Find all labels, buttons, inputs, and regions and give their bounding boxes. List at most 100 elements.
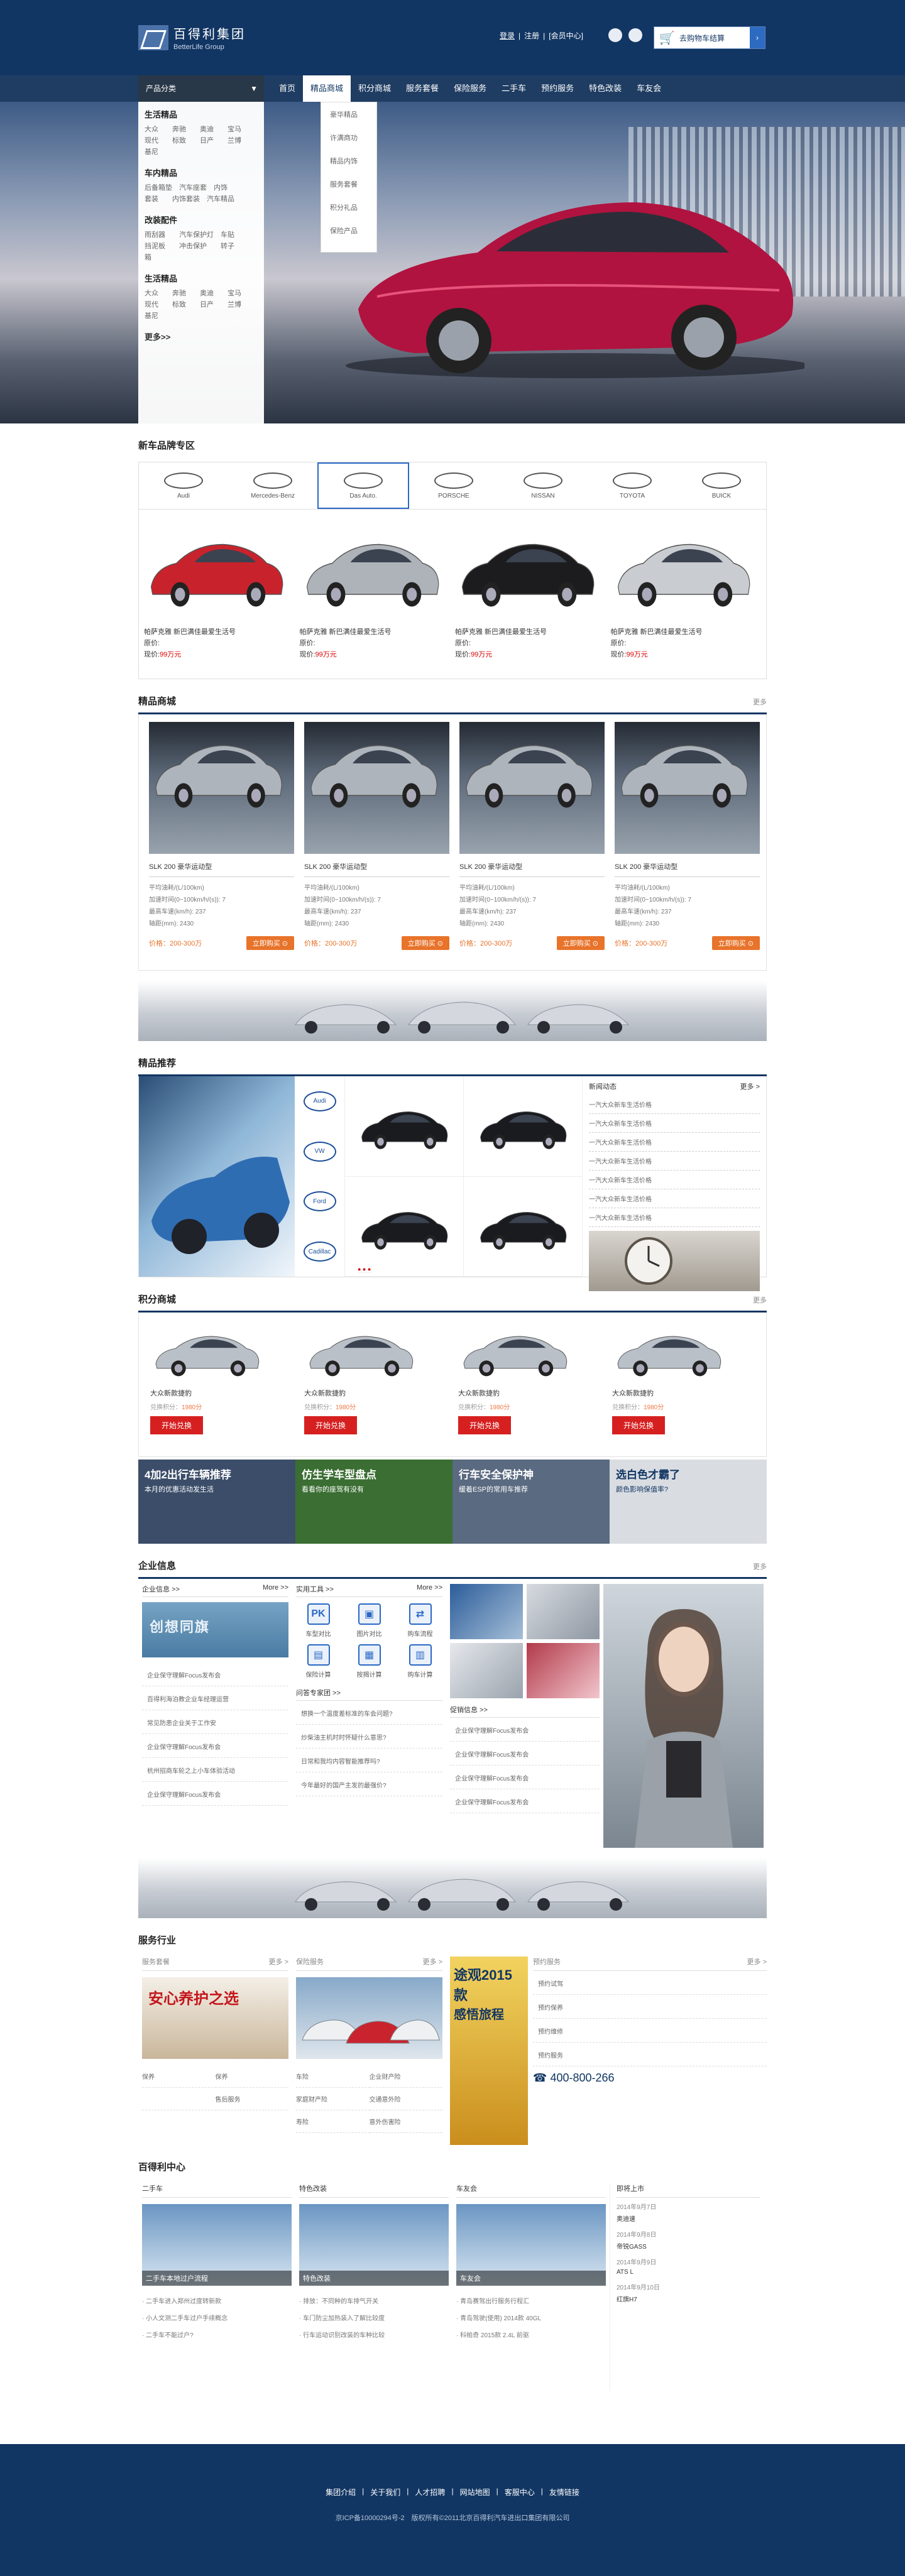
promo-info-item[interactable]: 企业保守理解Focus发布会 [450,1789,600,1813]
points-item-name[interactable]: 大众新款捷豹 [458,1388,612,1398]
submenu-item[interactable]: 保险产品 [321,219,376,242]
product-image[interactable] [615,722,760,854]
category-links[interactable]: 大众 奔驰 奥迪 宝马 [145,124,258,135]
tiguan-poster[interactable]: 途观2015款 感悟旅程 [450,1957,528,2145]
buy-now-button[interactable]: 立即购买 ⊙ [711,936,760,950]
booking-link[interactable]: 预约服务 [533,2043,767,2066]
news-item[interactable]: 一汽大众新车生活价格 [589,1208,760,1227]
car-image[interactable] [300,521,456,615]
points-item-image[interactable] [458,1321,612,1382]
photo-thumb[interactable] [527,1643,600,1698]
product-image[interactable] [459,722,605,854]
footer-link[interactable]: 人才招聘 [415,2487,445,2497]
coming-soon-item[interactable]: 2014年9月7日 奥迪速 [617,2198,760,2225]
promo-ad[interactable]: 仿生学车型盘点 看看你的座驾有没有 [295,1460,452,1544]
new-car-card[interactable]: 帕萨克雅 新巴满佳最爱生活号 原价: 现价:99万元 [455,521,611,679]
center-list-item[interactable]: · 青岛赛驾出行服务行程汇 [456,2292,606,2309]
category-links[interactable]: 套装 内饰套装 汽车精品 [145,194,258,205]
brand-tab[interactable]: PORSCHE [409,462,498,509]
car-name[interactable]: 帕萨克雅 新巴满佳最爱生活号 [611,626,767,638]
brand-tab[interactable]: Mercedes-Benz [228,462,317,509]
news-item[interactable]: 一汽大众新车生活价格 [589,1114,760,1133]
news-item[interactable]: 一汽大众新车生活价格 [589,1189,760,1208]
footer-link[interactable]: 网站地图 [460,2487,490,2497]
featured-car-image[interactable] [139,1076,295,1277]
service-link[interactable]: 保养 [142,2065,216,2088]
points-item-name[interactable]: 大众新款捷豹 [612,1388,766,1398]
redeem-button[interactable]: 开始兑换 [612,1416,666,1434]
carousel-dots[interactable]: ● ● ● [358,1266,372,1273]
service-link[interactable]: 保养 [215,2065,288,2088]
booking-link[interactable]: 预约保养 [533,1995,767,2019]
category-links[interactable]: 基尼 [145,310,258,322]
coming-soon-item[interactable]: 2014年9月10日 红旗H7 [617,2278,760,2306]
more-link[interactable]: 更多 > [423,1957,442,1967]
center-column-image[interactable]: 二手车本地过户流程 [142,2204,292,2286]
center-list-item[interactable]: · 二手车不能过户? [142,2326,292,2343]
service-link[interactable]: 售后服务 [215,2088,288,2110]
center-list-item[interactable]: · 小人文测二手车过户手续概念 [142,2309,292,2326]
recommend-car-cell[interactable] [345,1176,464,1277]
footer-link[interactable]: 友情链接 [549,2487,579,2497]
nav-item[interactable]: 精品商城 [303,75,351,102]
points-item-image[interactable] [612,1321,766,1382]
brand-logo[interactable]: Audi [303,1091,336,1111]
enterprise-news-item[interactable]: 杭州招商车轮之上小车体验活动 [142,1758,288,1782]
insurance-image[interactable] [296,1977,442,2059]
submenu-item[interactable]: 豪华精品 [321,102,376,126]
submenu-item[interactable]: 精品内饰 [321,149,376,172]
promo-info-item[interactable]: 企业保守理解Focus发布会 [450,1718,600,1742]
recommend-car-cell[interactable] [345,1076,464,1177]
photo-thumb[interactable] [450,1584,523,1639]
brand-tab[interactable]: BUICK [677,462,766,509]
new-car-card[interactable]: 帕萨克雅 新巴满佳最爱生活号 原价: 现价:99万元 [144,521,300,679]
service-link[interactable]: 家庭财产险 [296,2088,370,2110]
coming-soon-item[interactable]: 2014年9月9日 ATS L [617,2253,760,2278]
booking-link[interactable]: 预约维修 [533,2019,767,2043]
points-item-image[interactable] [150,1321,304,1382]
enterprise-news-item[interactable]: 企业保守理解Focus发布会 [142,1782,288,1806]
promo-ad[interactable]: 选白色才霸了 颜色影响保值率? [610,1460,767,1544]
brand-tab[interactable]: NISSAN [498,462,588,509]
news-more-link[interactable]: 更多 > [740,1081,760,1091]
service-link[interactable]: 寿险 [296,2110,370,2133]
center-column-image[interactable]: 车友会 [456,2204,606,2286]
car-image[interactable] [611,521,767,615]
promo-info-item[interactable]: 企业保守理解Focus发布会 [450,1742,600,1766]
center-list-item[interactable]: · 二手车进入郑州过度转新款 [142,2292,292,2309]
category-group-title[interactable]: 改装配件 [145,214,258,226]
member-center-link[interactable]: [会员中心] [549,30,583,41]
photo-thumb[interactable] [527,1584,600,1639]
brand-tab[interactable]: Das Auto. [317,462,409,509]
more-link[interactable]: 更多 > [269,1957,288,1967]
footer-link[interactable]: 关于我们 [370,2487,400,2497]
product-image[interactable] [149,722,294,854]
car-lineup-banner[interactable] [138,1858,767,1918]
tool-item[interactable]: ▥ 购车计算 [398,1644,442,1679]
center-list-item[interactable]: · 车门防尘加热装入了解比较度 [299,2309,449,2326]
register-link[interactable]: 注册 [524,30,539,41]
qa-item[interactable]: 日常和我均内容智能推荐吗? [296,1749,442,1772]
category-group-title[interactable]: 车内精品 [145,166,258,178]
brand-logo[interactable]: Cadillac [303,1242,336,1262]
buy-now-button[interactable]: 立即购买 ⊙ [246,936,294,950]
product-name[interactable]: SLK 200 豪华运动型 [149,854,294,877]
more-link[interactable]: 更多 [753,697,767,707]
points-item-name[interactable]: 大众新款捷豹 [150,1388,304,1398]
points-item-image[interactable] [304,1321,458,1382]
center-column-image[interactable]: 特色改装 [299,2204,449,2286]
brand-logo[interactable]: Ford [303,1191,336,1212]
promo-ad[interactable]: 行车安全保护神 缓着ESP的常用车推荐 [452,1460,610,1544]
redeem-button[interactable]: 开始兑换 [458,1416,512,1434]
wechat-icon[interactable] [628,28,642,42]
category-button[interactable]: 产品分类 ▼ [138,75,264,102]
buy-now-button[interactable]: 立即购买 ⊙ [556,936,605,950]
enterprise-news-item[interactable]: 企业保守理解Focus发布会 [142,1662,288,1686]
buy-now-button[interactable]: 立即购买 ⊙ [401,936,449,950]
car-image[interactable] [144,521,300,615]
more-link[interactable]: 更多 [753,1295,767,1305]
enterprise-news-more[interactable]: More >> [263,1584,288,1594]
service-package-image[interactable]: 安心养护之选 [142,1977,288,2059]
brand-tab[interactable]: TOYOTA [588,462,677,509]
tool-item[interactable]: ⇄ 购车流程 [398,1603,442,1638]
